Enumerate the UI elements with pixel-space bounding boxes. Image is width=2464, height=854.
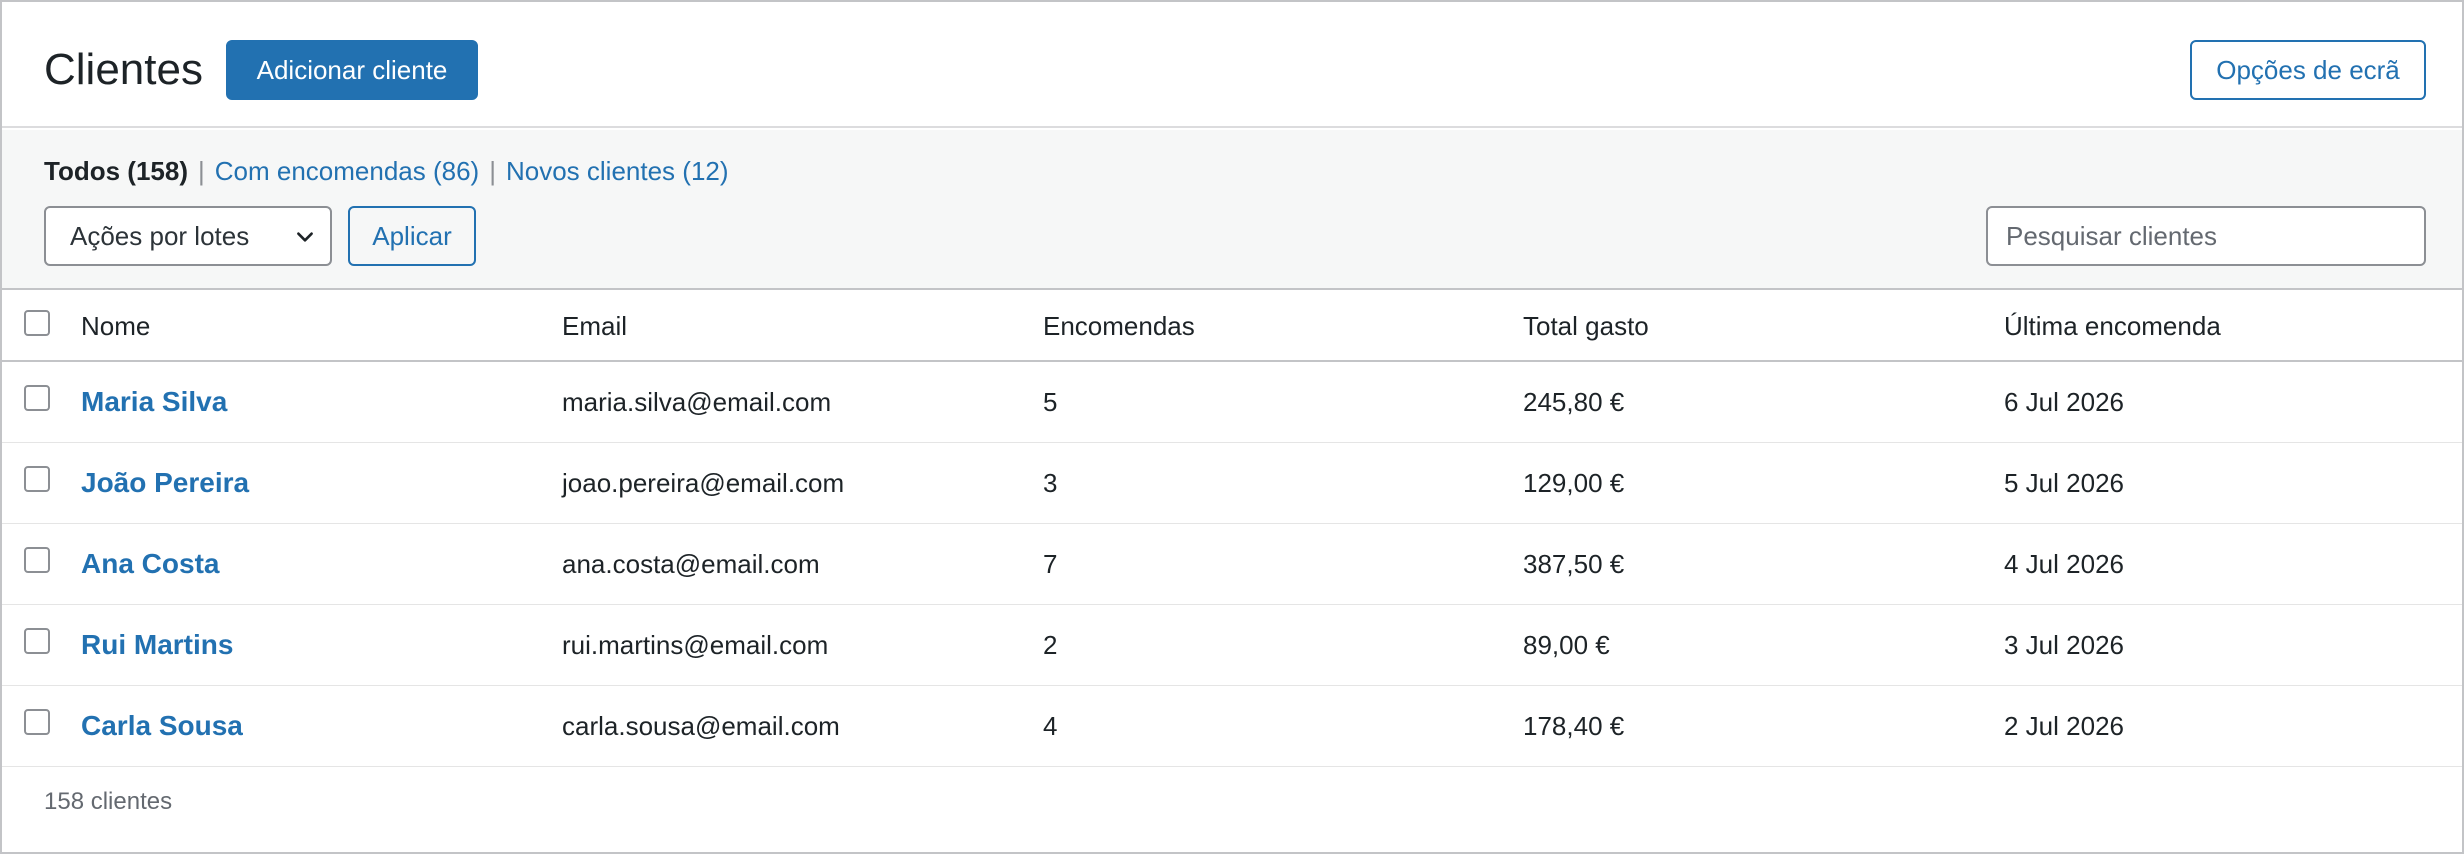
row-checkbox[interactable] bbox=[24, 547, 50, 573]
chevron-down-icon bbox=[297, 232, 313, 242]
customer-last-order: 3 Jul 2026 bbox=[2004, 629, 2124, 660]
bulk-actions-selected-label: Ações por lotes bbox=[70, 220, 250, 251]
view-new-customers-link[interactable]: Novos clientes (12) bbox=[506, 150, 729, 192]
table-row: João Pereira joao.pereira@email.com 3 12… bbox=[2, 443, 2462, 524]
column-header-email[interactable]: Email bbox=[562, 311, 627, 342]
customer-name-link[interactable]: Maria Silva bbox=[81, 386, 227, 418]
view-all-current[interactable]: Todos (158) bbox=[44, 150, 188, 192]
row-checkbox[interactable] bbox=[24, 709, 50, 735]
customer-email: rui.martins@email.com bbox=[562, 629, 829, 660]
column-header-orders[interactable]: Encomendas bbox=[1043, 311, 1195, 342]
customer-orders-count: 7 bbox=[1043, 548, 1058, 579]
view-separator: | bbox=[197, 156, 205, 186]
customer-last-order: 2 Jul 2026 bbox=[2004, 710, 2124, 741]
view-separator: | bbox=[489, 156, 496, 186]
row-checkbox[interactable] bbox=[24, 628, 50, 654]
customers-table: Nome Email Encomendas Total gasto Última… bbox=[2, 292, 2462, 767]
column-header-total-spent[interactable]: Total gasto bbox=[1523, 311, 1649, 342]
customer-total-spent: 245,80 € bbox=[1523, 386, 1625, 417]
bulk-actions-select[interactable]: Ações por lotes bbox=[44, 206, 332, 266]
customer-last-order: 6 Jul 2026 bbox=[2004, 386, 2124, 417]
page-header: Clientes Adicionar cliente Opções de ecr… bbox=[2, 2, 2462, 128]
customer-email: carla.sousa@email.com bbox=[562, 710, 840, 741]
customer-email: ana.costa@email.com bbox=[562, 548, 820, 579]
customer-total-spent: 387,50 € bbox=[1523, 548, 1625, 579]
table-row: Maria Silva maria.silva@email.com 5 245,… bbox=[2, 362, 2462, 443]
customer-orders-count: 5 bbox=[1043, 386, 1058, 417]
table-row: Rui Martins rui.martins@email.com 2 89,0… bbox=[2, 605, 2462, 686]
customer-name-link[interactable]: João Pereira bbox=[81, 467, 249, 499]
search-customers-input[interactable] bbox=[1986, 206, 2426, 266]
customer-name-link[interactable]: Rui Martins bbox=[81, 629, 233, 661]
customer-count: 158 clientes bbox=[44, 788, 173, 815]
customer-orders-count: 4 bbox=[1043, 710, 1058, 741]
customer-last-order: 5 Jul 2026 bbox=[2004, 467, 2124, 498]
table-header-row: Nome Email Encomendas Total gasto Última… bbox=[2, 292, 2462, 362]
page-title: Clientes bbox=[44, 45, 203, 94]
customer-total-spent: 129,00 € bbox=[1523, 467, 1625, 498]
view-filters: Todos (158) | Com encomendas (86) | Novo… bbox=[44, 150, 729, 192]
table-row: Carla Sousa carla.sousa@email.com 4 178,… bbox=[2, 686, 2462, 767]
column-header-last-order[interactable]: Última encomenda bbox=[2004, 311, 2221, 342]
customer-email: joao.pereira@email.com bbox=[562, 467, 845, 498]
customer-last-order: 4 Jul 2026 bbox=[2004, 548, 2124, 579]
table-row: Ana Costa ana.costa@email.com 7 387,50 €… bbox=[2, 524, 2462, 605]
customer-orders-count: 2 bbox=[1043, 629, 1058, 660]
screen-options-button[interactable]: Opções de ecrã bbox=[2190, 40, 2426, 100]
customer-email: maria.silva@email.com bbox=[562, 386, 832, 417]
view-with-orders-link[interactable]: Com encomendas (86) bbox=[215, 150, 479, 192]
filter-bar: Todos (158) | Com encomendas (86) | Novo… bbox=[2, 130, 2462, 290]
customer-name-link[interactable]: Ana Costa bbox=[81, 548, 219, 580]
select-all-checkbox[interactable] bbox=[24, 310, 50, 336]
customer-total-spent: 178,40 € bbox=[1523, 710, 1625, 741]
customer-total-spent: 89,00 € bbox=[1523, 629, 1610, 660]
row-checkbox[interactable] bbox=[24, 385, 50, 411]
apply-bulk-button[interactable]: Aplicar bbox=[348, 206, 476, 266]
customer-orders-count: 3 bbox=[1043, 467, 1058, 498]
column-header-name[interactable]: Nome bbox=[81, 311, 150, 342]
row-checkbox[interactable] bbox=[24, 466, 50, 492]
customer-name-link[interactable]: Carla Sousa bbox=[81, 710, 243, 742]
add-customer-button[interactable]: Adicionar cliente bbox=[226, 40, 478, 100]
customers-page: Clientes Adicionar cliente Opções de ecr… bbox=[0, 0, 2464, 854]
